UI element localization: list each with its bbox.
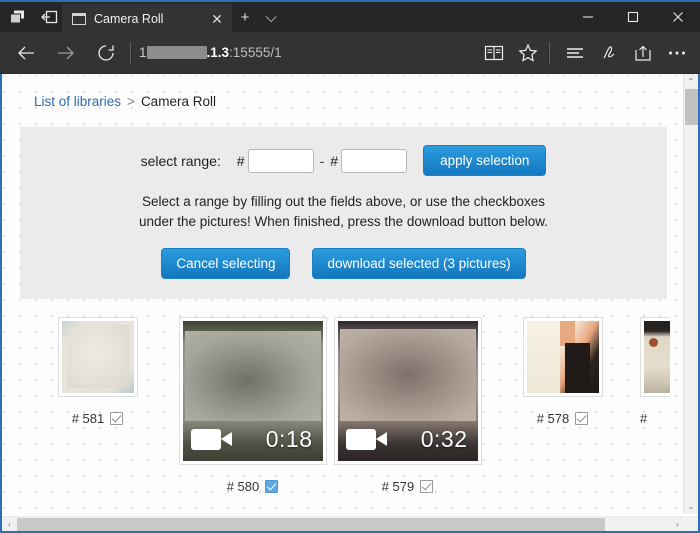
refresh-button[interactable] <box>86 33 126 73</box>
thumbnail-caption: # 578 <box>537 411 589 426</box>
thumbnail-frame[interactable] <box>58 317 138 397</box>
vertical-scrollbar[interactable]: ⌃ ⌄ <box>683 74 698 514</box>
range-selector-row: select range: # - # apply selection <box>30 145 657 176</box>
scroll-left-arrow-icon[interactable]: ‹ <box>2 517 17 532</box>
thumbnail-frame[interactable] <box>523 317 603 397</box>
thumbnail-cell: 0:32 # 579 <box>330 317 485 494</box>
breadcrumb-link-list-of-libraries[interactable]: List of libraries <box>34 94 121 109</box>
navigation-bar: 1 .1.3:15555/1 <box>0 32 700 74</box>
thumbnail-image[interactable] <box>527 321 599 393</box>
video-camera-icon <box>191 429 221 450</box>
thumbnail-id: # 581 <box>72 411 105 426</box>
range-to-input[interactable] <box>341 149 407 173</box>
thumbnail-id: # <box>640 411 647 426</box>
url-redaction-block <box>147 46 207 59</box>
selection-hint-text: Select a range by filling out the fields… <box>134 192 554 231</box>
video-duration-badge: 0:32 <box>338 417 478 461</box>
nav-divider <box>130 42 131 64</box>
breadcrumb-current: Camera Roll <box>141 94 216 109</box>
window-stack-icon[interactable] <box>8 8 26 26</box>
thumbnail-cell: 0:18 # 580 <box>175 317 330 494</box>
scrollbar-corner <box>683 516 698 531</box>
cancel-selecting-button[interactable]: Cancel selecting <box>161 248 290 279</box>
browser-window: Camera Roll ✕ + ⌵ 1. <box>0 0 700 533</box>
page-viewport: List of libraries > Camera Roll select ran… <box>0 74 700 533</box>
web-note-pen-icon[interactable] <box>592 33 626 73</box>
titlebar-drag-region <box>284 2 565 32</box>
favorites-star-icon[interactable] <box>511 33 545 73</box>
vertical-scrollbar-thumb[interactable] <box>685 89 698 125</box>
panel-action-buttons: Cancel selecting download selected (3 pi… <box>30 248 657 279</box>
address-bar[interactable]: 1 .1.3:15555/1 <box>139 33 477 73</box>
hub-icon[interactable] <box>558 33 592 73</box>
web-page-content: List of libraries > Camera Roll select ran… <box>2 74 685 514</box>
tab-favicon-icon <box>72 13 86 25</box>
minimize-button[interactable] <box>565 2 610 32</box>
tab-title: Camera Roll <box>94 12 200 26</box>
thumbnail-frame[interactable] <box>640 317 670 397</box>
thumbnail-caption: # 579 <box>382 479 434 494</box>
thumbnail-checkbox[interactable] <box>575 412 588 425</box>
new-tab-button[interactable]: + <box>232 2 258 32</box>
range-dash: - <box>320 153 325 169</box>
url-port-path: :15555/1 <box>229 45 282 60</box>
titlebar-system-icons <box>0 2 62 32</box>
tab-menu-chevron-down-icon[interactable]: ⌵ <box>258 2 284 32</box>
url-host-suffix: .1.3 <box>207 45 230 60</box>
thumbnail-cell: # 581 <box>20 317 175 426</box>
thumbnail-frame[interactable]: 0:32 <box>334 317 482 465</box>
scroll-down-arrow-icon[interactable]: ⌄ <box>684 499 698 514</box>
download-selected-button[interactable]: download selected (3 pictures) <box>312 248 525 279</box>
more-settings-icon[interactable] <box>660 33 694 73</box>
navbar-action-icons <box>477 33 694 73</box>
title-bar: Camera Roll ✕ + ⌵ <box>0 0 700 32</box>
thumbnail-grid: # 581 0:18 <box>12 317 675 494</box>
tab-close-icon[interactable]: ✕ <box>208 10 226 28</box>
breadcrumb-separator: > <box>127 94 135 109</box>
video-duration: 0:18 <box>266 426 313 453</box>
video-duration: 0:32 <box>421 426 468 453</box>
forward-button[interactable] <box>46 33 86 73</box>
thumbnail-id: # 580 <box>227 479 260 494</box>
horizontal-scrollbar[interactable]: ‹ › <box>2 516 685 531</box>
thumbnail-checkbox[interactable] <box>420 480 433 493</box>
thumbnail-image[interactable] <box>62 321 134 393</box>
thumbnail-checkbox[interactable] <box>110 412 123 425</box>
range-from-input[interactable] <box>248 149 314 173</box>
thumbnail-checkbox[interactable] <box>265 480 278 493</box>
thumbnail-id: # 578 <box>537 411 570 426</box>
thumbnail-id: # 579 <box>382 479 415 494</box>
url-prefix: 1 <box>139 45 147 60</box>
thumbnail-cell-clipped: # <box>640 317 670 426</box>
scroll-up-arrow-icon[interactable]: ⌃ <box>684 74 698 89</box>
range-label: select range: <box>141 153 221 169</box>
thumbnail-caption: # 580 <box>227 479 279 494</box>
apply-selection-button[interactable]: apply selection <box>423 145 546 176</box>
thumbnail-image[interactable]: 0:32 <box>338 321 478 461</box>
browser-tab-camera-roll[interactable]: Camera Roll ✕ <box>62 4 232 34</box>
thumbnail-caption: # <box>640 411 647 426</box>
range-to-hash: # <box>330 153 338 169</box>
back-button[interactable] <box>6 33 46 73</box>
nav-divider-2 <box>549 42 550 64</box>
set-aside-tabs-icon[interactable] <box>40 8 58 26</box>
video-camera-icon <box>346 429 376 450</box>
reading-view-icon[interactable] <box>477 33 511 73</box>
thumbnail-caption: # 581 <box>72 411 124 426</box>
close-window-button[interactable] <box>655 2 700 32</box>
thumbnail-image[interactable]: 0:18 <box>183 321 323 461</box>
maximize-button[interactable] <box>610 2 655 32</box>
breadcrumb: List of libraries > Camera Roll <box>20 90 667 117</box>
selection-panel: select range: # - # apply selection Sele… <box>20 127 667 299</box>
share-icon[interactable] <box>626 33 660 73</box>
horizontal-scrollbar-thumb[interactable] <box>17 518 605 531</box>
video-duration-badge: 0:18 <box>183 417 323 461</box>
thumbnail-frame[interactable]: 0:18 <box>179 317 327 465</box>
range-from-hash: # <box>237 153 245 169</box>
thumbnail-cell: # 578 <box>485 317 640 426</box>
thumbnail-image[interactable] <box>644 321 670 393</box>
